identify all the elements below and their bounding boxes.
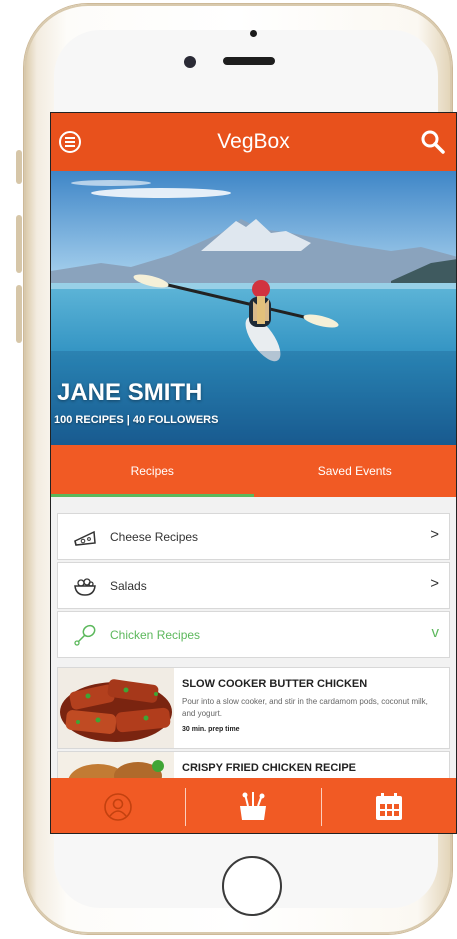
cheese-icon [74, 530, 96, 546]
category-salads[interactable]: Salads > [57, 562, 450, 609]
app-screen: VegBox JANE SMITH 100 RECIPES | 40 FOLLO… [50, 112, 457, 834]
volume-up-button [16, 215, 22, 273]
chevron-down-icon: v [431, 624, 440, 641]
nav-food[interactable] [186, 778, 320, 833]
app-bar: VegBox [51, 113, 456, 171]
volume-down-button [16, 285, 22, 343]
category-list: Cheese Recipes > Salads > Chicken Recipe… [57, 513, 450, 660]
recipe-description: Pour into a slow cooker, and stir in the… [182, 697, 428, 718]
chevron-right-icon: > [430, 575, 439, 592]
tab-saved-events[interactable]: Saved Events [254, 445, 457, 497]
profile-icon [104, 792, 132, 821]
profile-hero: JANE SMITH 100 RECIPES | 40 FOLLOWERS [51, 171, 456, 445]
app-title: VegBox [217, 130, 290, 153]
food-bowl-icon [240, 791, 267, 820]
chevron-right-icon: > [430, 526, 439, 543]
recipe-card[interactable]: SLOW COOKER BUTTER CHICKEN Pour into a s… [57, 667, 450, 749]
recipe-prep-time: 30 min. prep time [182, 726, 240, 733]
recipe-title: SLOW COOKER BUTTER CHICKEN [182, 678, 368, 690]
bottom-nav [51, 778, 456, 833]
earpiece-speaker [223, 57, 275, 65]
recipe-info: SLOW COOKER BUTTER CHICKEN Pour into a s… [174, 668, 449, 748]
salad-bowl-icon [74, 577, 96, 596]
mute-switch [16, 150, 22, 184]
profile-stats: 100 RECIPES | 40 FOLLOWERS [54, 414, 219, 426]
front-camera [184, 56, 196, 68]
recipe-title: CRISPY FRIED CHICKEN RECIPE [182, 762, 356, 774]
profile-name: JANE SMITH [57, 379, 203, 406]
proximity-sensor [250, 30, 257, 37]
tab-recipes[interactable]: Recipes [51, 445, 254, 497]
category-label: Cheese Recipes [110, 529, 199, 544]
home-button[interactable] [222, 856, 282, 916]
menu-icon[interactable] [59, 131, 81, 153]
chicken-leg-icon [74, 624, 96, 646]
category-chicken-recipes[interactable]: Chicken Recipes v [57, 611, 450, 658]
category-label: Salads [110, 578, 147, 593]
category-label: Chicken Recipes [110, 627, 201, 642]
calendar-icon [375, 792, 402, 820]
tab-bar: Recipes Saved Events [51, 445, 456, 497]
category-cheese-recipes[interactable]: Cheese Recipes > [57, 513, 450, 560]
recipe-thumbnail [58, 668, 174, 748]
nav-profile[interactable] [51, 778, 185, 833]
search-icon[interactable] [420, 129, 446, 155]
nav-calendar[interactable] [322, 778, 456, 833]
